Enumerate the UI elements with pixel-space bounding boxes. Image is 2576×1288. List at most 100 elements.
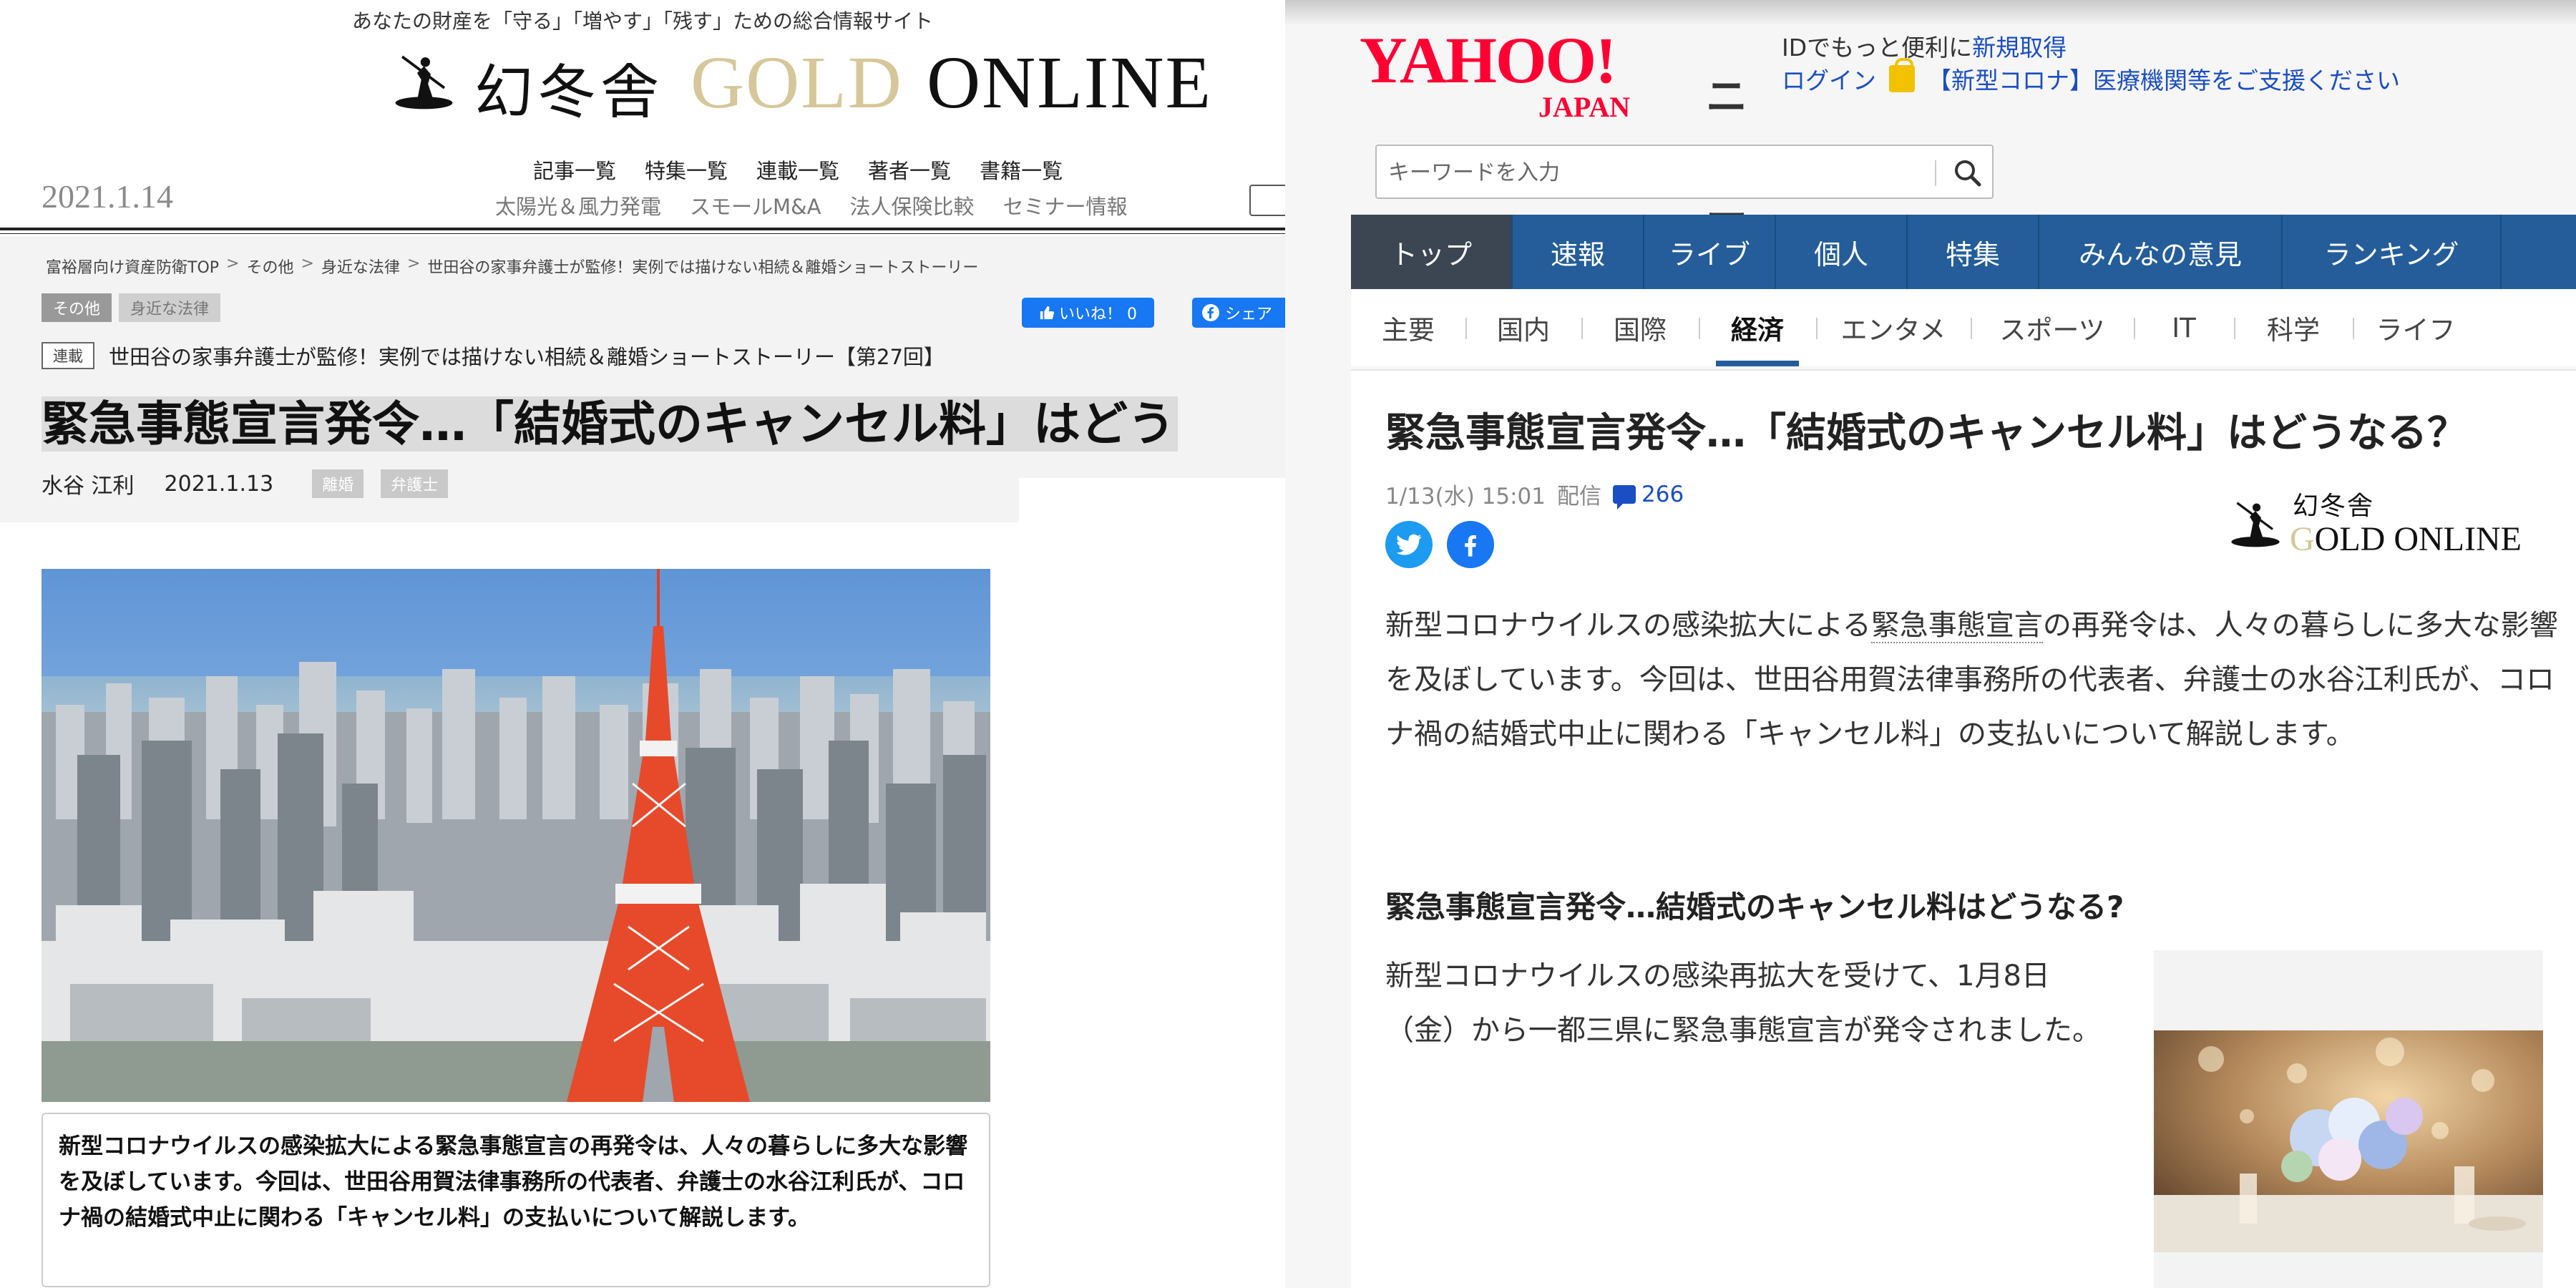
breadcrumb-separator: > [406,255,421,273]
tab-opinions[interactable]: みんなの意見 [2039,215,2283,289]
series-badge: 連載 [42,342,94,369]
source-logo-g: G [2290,520,2315,558]
intro-pre: 新型コロナウイルスの感染拡大による [1385,609,1871,642]
facebook-share-button[interactable]: シェア [1192,298,1285,328]
secondary-nav: 太陽光＆風力発電 スモールM&A 法人保険比較 セミナー情報 [495,190,1128,220]
search-input[interactable] [1388,149,1932,196]
id-prompt-text: IDでもっと便利に [1782,34,1973,62]
like-label: いいね！ 0 [1059,306,1137,323]
search-divider [1935,160,1936,186]
comment-count: 266 [1641,481,1684,507]
byline: 水谷 江利 2021.1.13 離婚 弁護士 [42,468,449,499]
breadcrumb-series[interactable]: 世田谷の家事弁護士が監修！実例では描けない相続＆離婚ショートストーリー [427,255,978,278]
tab-features[interactable]: 特集 [1908,215,2039,289]
comment-icon [1613,484,1636,509]
facebook-icon [1465,535,1476,557]
nav-books[interactable]: 書籍一覧 [980,155,1063,185]
subtab-domestic[interactable]: 国内 [1465,289,1581,366]
wedding-table-photo [2154,1030,2543,1252]
breadcrumb-other[interactable]: その他 [246,255,293,278]
gold-online-logo[interactable]: 幻冬舎 GOLD ONLINE [390,40,1213,127]
search-form [1375,145,1994,199]
tab-top[interactable]: トップ [1351,215,1513,289]
logo-text-online: ONLINE [927,42,1213,124]
breadcrumb-top[interactable]: 富裕層向け資産防衛TOP [46,255,219,278]
tab-breaking[interactable]: 速報 [1513,215,1644,289]
nav-series[interactable]: 連載一覧 [756,155,839,185]
donation-bag-icon [1889,58,1915,92]
header-rule-thin [0,233,1285,234]
article-headline: 緊急事態宣言発令…「結婚式のキャンセル料」はどう [42,395,1285,454]
tab-live[interactable]: ライブ [1644,215,1776,289]
series-line: 連載 世田谷の家事弁護士が監修！実例では描けない相続＆離婚ショートストーリー【第… [42,341,945,371]
yahoo-japan-logo[interactable]: YAHOO! JAPAN ニュース [1360,24,1747,301]
search-icon [1955,160,1981,187]
article-body: 新型コロナウイルスの感染再拡大を受けて、1月8日（金）から一都三県に緊急事態宣言… [1385,960,2101,1047]
tab-individual[interactable]: 個人 [1776,215,1908,289]
keyword-link[interactable]: 緊急事態宣言 [1870,609,2043,643]
article-tags: 離婚 弁護士 [312,469,449,498]
subtab-it[interactable]: IT [2134,289,2234,366]
facebook-like-button[interactable]: いいね！ 0 [1022,298,1154,328]
subtab-international[interactable]: 国際 [1581,289,1699,366]
samurai-logo-icon [395,55,453,109]
gold-online-panel: あなたの財産を「守る」「増やす」「残す」ための総合情報サイト 幻冬舎 GOLD … [0,0,1285,1288]
register-link[interactable]: 新規取得 [1972,34,2067,62]
search-box[interactable] [1249,185,1285,216]
tab-ranking[interactable]: ランキング [2283,215,2502,289]
login-link[interactable]: ログイン [1782,62,1876,96]
twitter-share-button[interactable] [1385,521,1433,568]
current-date: 2021.1.14 [42,178,173,215]
article-subheading: 緊急事態宣言発令…結婚式のキャンセル料はどうなる? [1385,889,2124,924]
category-tag-law[interactable]: 身近な法律 [119,293,221,322]
login-row: ログイン 【新型コロナ】医療機関等をご支援ください [1782,58,2400,96]
article-meta: 1/13(水) 15:01 配信 266 [1385,478,1684,510]
breadcrumb-law[interactable]: 身近な法律 [321,255,400,278]
subtab-life[interactable]: ライフ [2353,289,2479,366]
nav-insurance[interactable]: 法人保険比較 [850,190,975,220]
nav-small-ma[interactable]: スモールM&A [690,190,821,220]
source-logo[interactable]: 幻冬舎 GOLD ONLINE [2227,485,2570,564]
header-rule [0,228,1285,230]
nav-authors[interactable]: 著者一覧 [868,155,951,185]
top-shadow [1285,0,2576,26]
facebook-share-button[interactable] [1447,521,1494,568]
tag-lawyer[interactable]: 弁護士 [381,469,449,498]
series-title-link[interactable]: 世田谷の家事弁護士が監修！実例では描けない相続＆離婚ショートストーリー【第27回… [109,341,945,371]
breadcrumb-separator: > [301,255,314,273]
subtab-sports[interactable]: スポーツ [1971,289,2134,366]
article-card: 緊急事態宣言発令…「結婚式のキャンセル料」はどうなる？ 1/13(水) 15:0… [1351,369,2576,1288]
tokyo-tower-photo [42,569,990,1102]
samurai-logo-icon [2231,502,2280,547]
nav-articles[interactable]: 記事一覧 [533,155,616,185]
breadcrumb: 富裕層向け資産防衛TOP > その他 > 身近な法律 > 世田谷の家事弁護士が監… [46,255,978,278]
comments-link[interactable]: 266 [1613,481,1684,509]
author-name[interactable]: 水谷 江利 [42,468,135,499]
source-logo-rest: OLD ONLINE [2314,520,2522,558]
yahoo-news-panel: YAHOO! JAPAN ニュース IDでもっと便利に新規取得 ログイン 【新型… [1285,0,2576,1288]
tag-divorce[interactable]: 離婚 [312,469,364,498]
category-nav: 主要 国内 国際 経済 エンタメ スポーツ IT 科学 ライフ [1351,289,2576,366]
share-buttons [1385,521,1494,568]
primary-nav: 記事一覧 特集一覧 連載一覧 著者一覧 書籍一覧 [533,155,1063,185]
search-button[interactable] [1946,152,1989,195]
nav-seminar[interactable]: セミナー情報 [1003,190,1128,220]
nav-features[interactable]: 特集一覧 [645,155,728,185]
nav-solar-wind[interactable]: 太陽光＆風力発電 [495,190,661,220]
thumbs-up-icon [1040,306,1055,320]
site-tagline: あなたの財産を「守る」「増やす」「残す」ための総合情報サイト [351,9,933,33]
subtab-science[interactable]: 科学 [2234,289,2353,366]
subtab-entertainment[interactable]: エンタメ [1816,289,1971,366]
covid-support-link[interactable]: 【新型コロナ】医療機関等をご支援ください [1928,62,2400,96]
source-logo-jp: 幻冬舎 [2293,492,2375,521]
category-tag-other[interactable]: その他 [42,293,112,322]
subtab-main[interactable]: 主要 [1351,289,1465,366]
article-title: 緊急事態宣言発令…「結婚式のキャンセル料」はどうなる？ [1385,410,2467,457]
global-nav: トップ 速報 ライブ 個人 特集 みんなの意見 ランキング [1351,215,2576,289]
logo-yahoo: YAHOO! [1360,24,1617,97]
article-meta-label: 配信 [1557,484,1601,509]
article-datetime: 1/13(水) 15:01 [1385,484,1546,509]
source-logo-text: GOLD ONLINE [2290,519,2522,559]
subtab-economy[interactable]: 経済 [1699,289,1816,366]
article-image-box[interactable] [2154,950,2543,1288]
